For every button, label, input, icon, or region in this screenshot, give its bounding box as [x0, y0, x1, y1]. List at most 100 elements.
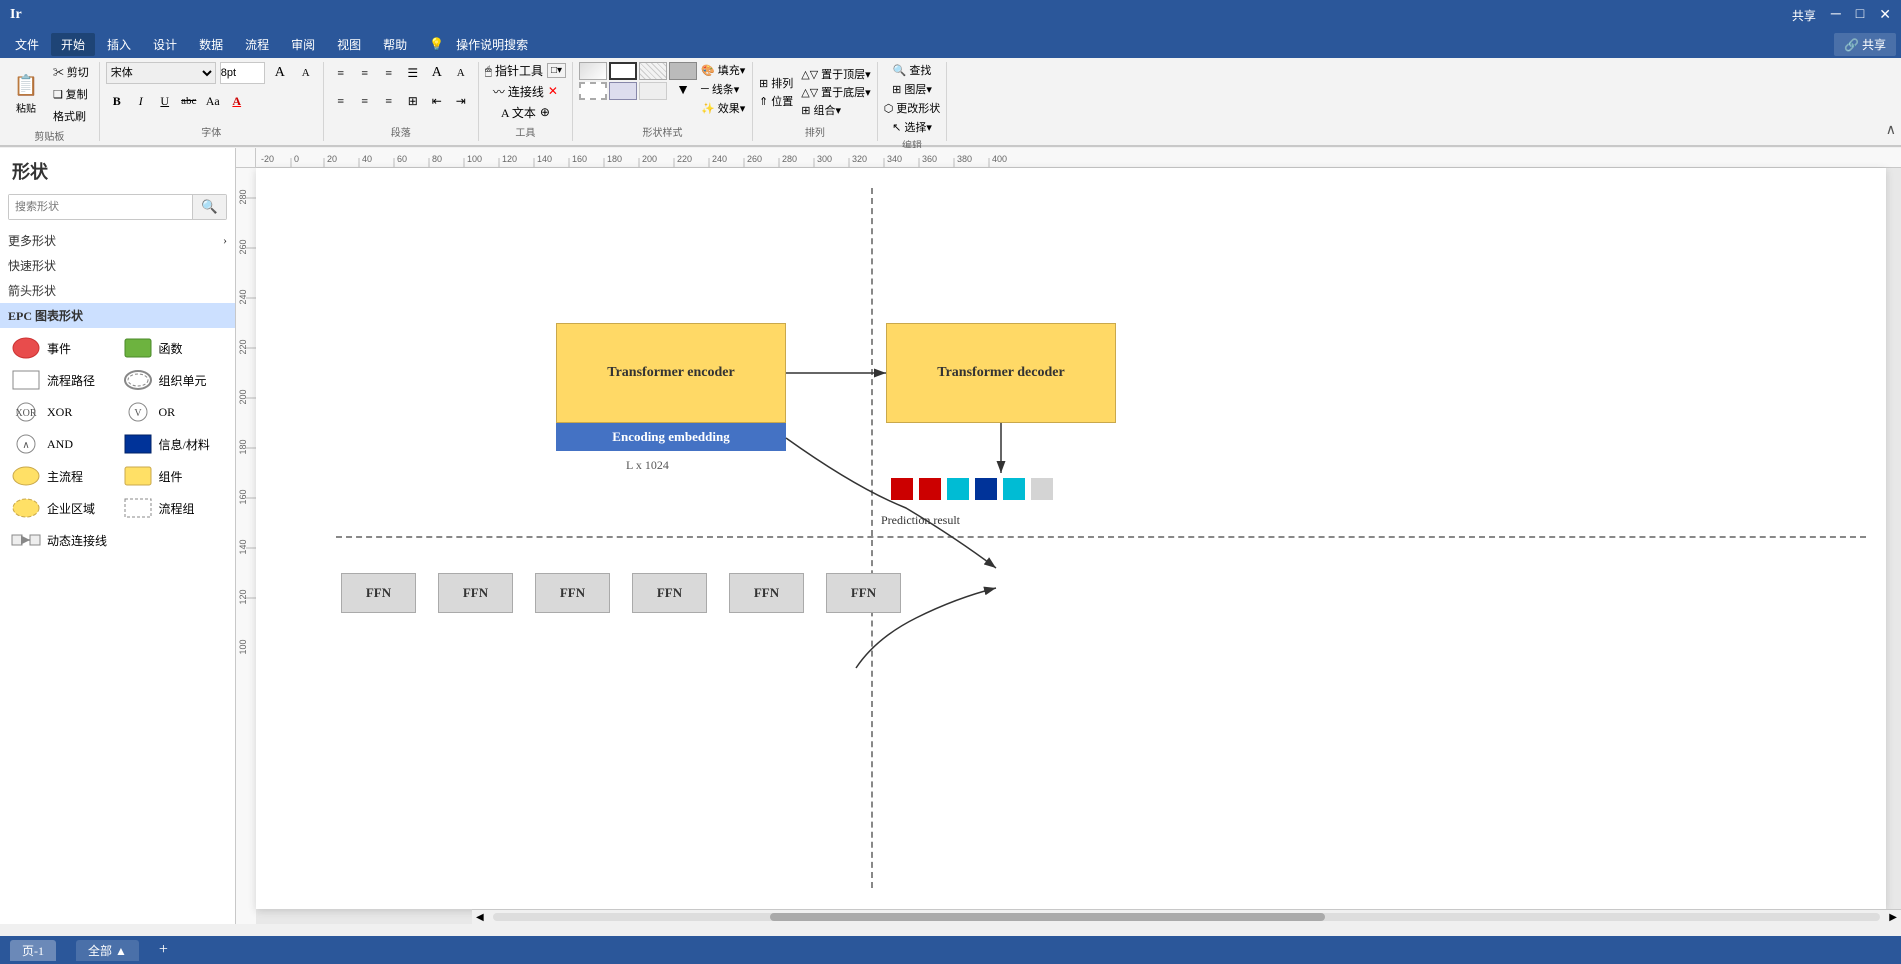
- encoder-box[interactable]: Transformer encoder: [556, 323, 786, 423]
- page-tab[interactable]: 页-1: [10, 940, 56, 961]
- scrollbar-track[interactable]: [493, 913, 1881, 921]
- indent-more-button[interactable]: ⇥: [450, 90, 472, 112]
- minimize-button[interactable]: ─: [1831, 7, 1841, 23]
- menu-insert[interactable]: 插入: [97, 33, 141, 56]
- text-tool-button[interactable]: A 文本: [501, 104, 536, 121]
- italic-button[interactable]: I: [130, 90, 152, 112]
- shape-event[interactable]: 事件: [8, 334, 116, 362]
- font-color-button[interactable]: A: [226, 90, 248, 112]
- shape-style-4[interactable]: [669, 62, 697, 80]
- menu-flow[interactable]: 流程: [235, 33, 279, 56]
- shape-search-input[interactable]: [9, 195, 192, 219]
- connector-close[interactable]: ✕: [548, 84, 558, 99]
- paste-button[interactable]: 📋 粘贴: [6, 71, 46, 118]
- scroll-left-btn[interactable]: ◀: [472, 912, 488, 923]
- align-right-button[interactable]: ≡: [378, 62, 400, 84]
- font-decrease-button[interactable]: A: [295, 62, 317, 84]
- close-button[interactable]: ✕: [1879, 7, 1891, 24]
- shape-main-flow[interactable]: 主流程: [8, 462, 116, 490]
- bold-button[interactable]: B: [106, 90, 128, 112]
- shape-or[interactable]: V OR: [120, 398, 228, 426]
- ffn-box-1[interactable]: FFN: [341, 573, 416, 613]
- quick-shapes-section[interactable]: 快速形状: [0, 253, 235, 278]
- strikethrough-button[interactable]: abc: [178, 90, 200, 112]
- horizontal-scrollbar[interactable]: ◀ ▶: [472, 909, 1901, 924]
- ffn-box-2[interactable]: FFN: [438, 573, 513, 613]
- canvas-area[interactable]: -20 0 20 40 60 80 100 120 140 160: [236, 148, 1901, 924]
- shape-process[interactable]: 流程路径: [8, 366, 116, 394]
- text-case-button[interactable]: Aa: [202, 90, 224, 112]
- shape-function[interactable]: 函数: [120, 334, 228, 362]
- group-btn[interactable]: ⊞组合▾: [801, 102, 870, 118]
- format-paint-button[interactable]: 格式刷: [49, 106, 93, 126]
- shape-style-5[interactable]: [579, 82, 607, 100]
- align-left-button[interactable]: ≡: [330, 62, 352, 84]
- vert-align-button[interactable]: ⊞: [402, 90, 424, 112]
- shape-style-1[interactable]: [579, 62, 607, 80]
- send-backward-button[interactable]: △▽置于顶层▾: [801, 66, 870, 82]
- ffn-box-6[interactable]: FFN: [826, 573, 901, 613]
- font-family-select[interactable]: 宋体: [106, 62, 216, 84]
- layers-button[interactable]: ⊞图层▾: [892, 81, 932, 97]
- menu-start[interactable]: 开始: [51, 33, 95, 56]
- find-button[interactable]: 🔍查找: [893, 62, 932, 78]
- menu-file[interactable]: 文件: [5, 33, 49, 56]
- arrow-shapes-section[interactable]: 箭头形状: [0, 278, 235, 303]
- search-button[interactable]: 🔍: [192, 195, 226, 219]
- menu-design[interactable]: 设计: [143, 33, 187, 56]
- align-bot-button[interactable]: ≡: [378, 90, 400, 112]
- ffn-box-4[interactable]: FFN: [632, 573, 707, 613]
- shape-info[interactable]: 信息/材料: [120, 430, 228, 458]
- share-button[interactable]: 共享: [1792, 7, 1816, 24]
- epc-shapes-section[interactable]: EPC 图表形状: [0, 303, 235, 328]
- connector-tool-button[interactable]: 〰 连接线: [493, 83, 544, 100]
- pointer-tool-button[interactable]: 🖱 指针工具: [485, 62, 543, 79]
- add-page-button[interactable]: +: [159, 941, 168, 959]
- font-size-input[interactable]: [220, 62, 265, 84]
- encoding-embed-bar[interactable]: Encoding embedding: [556, 423, 786, 451]
- font-shrink-button[interactable]: A: [450, 62, 472, 84]
- menu-data[interactable]: 数据: [189, 33, 233, 56]
- cut-button[interactable]: ✂ 剪切: [49, 62, 93, 82]
- maximize-button[interactable]: □: [1856, 7, 1864, 23]
- shape-style-3[interactable]: [639, 62, 667, 80]
- shape-dynamic-connector[interactable]: 动态连接线: [8, 526, 116, 554]
- shape-style-2[interactable]: [609, 62, 637, 80]
- bullet-button[interactable]: ☰: [402, 62, 424, 84]
- align-mid-button[interactable]: ≡: [354, 90, 376, 112]
- position-button[interactable]: ⊞排列: [759, 75, 793, 91]
- shape-org[interactable]: 组织单元: [120, 366, 228, 394]
- font-grow-button[interactable]: A: [426, 62, 448, 84]
- underline-button[interactable]: U: [154, 90, 176, 112]
- shape-enterprise[interactable]: 企业区域: [8, 494, 116, 522]
- select-button[interactable]: ↖选择▾: [892, 119, 932, 135]
- menu-help[interactable]: 帮助: [373, 33, 417, 56]
- ffn-box-5[interactable]: FFN: [729, 573, 804, 613]
- change-shape-button[interactable]: ⬡更改形状: [884, 100, 941, 116]
- fill-button[interactable]: 🎨 填充▾: [701, 62, 745, 78]
- shape-style-more[interactable]: ▼: [669, 82, 697, 100]
- menu-search[interactable]: 操作说明搜索: [446, 33, 538, 56]
- menu-review[interactable]: 审阅: [281, 33, 325, 56]
- group-button[interactable]: △▽置于底层▾: [801, 84, 870, 100]
- all-tab[interactable]: 全部 ▲: [76, 940, 139, 961]
- indent-less-button[interactable]: ⇤: [426, 90, 448, 112]
- align-top-button[interactable]: ≡: [330, 90, 352, 112]
- ribbon-collapse-button[interactable]: ∧: [1886, 122, 1896, 139]
- shape-style-7[interactable]: [639, 82, 667, 100]
- more-shapes-section[interactable]: 更多形状 ›: [0, 228, 235, 253]
- shape-component[interactable]: 组件: [120, 462, 228, 490]
- bring-forward-button[interactable]: ⇑位置: [759, 93, 793, 109]
- shape-style-6[interactable]: [609, 82, 637, 100]
- copy-button[interactable]: ❑ 复制: [49, 84, 93, 104]
- page-canvas[interactable]: Transformer encoder Encoding embedding L…: [256, 168, 1886, 909]
- line-button[interactable]: ─ 线条▾: [701, 81, 745, 97]
- menu-view[interactable]: 视图: [327, 33, 371, 56]
- effect-button[interactable]: ✨ 效果▾: [701, 100, 745, 116]
- shape-xor[interactable]: XOR XOR: [8, 398, 116, 426]
- shape-and[interactable]: ∧ AND: [8, 430, 116, 458]
- font-increase-button[interactable]: A: [269, 62, 291, 84]
- decoder-box[interactable]: Transformer decoder: [886, 323, 1116, 423]
- share-menu-button[interactable]: 🔗 共享: [1834, 33, 1896, 56]
- text-options[interactable]: ⊕: [540, 105, 550, 120]
